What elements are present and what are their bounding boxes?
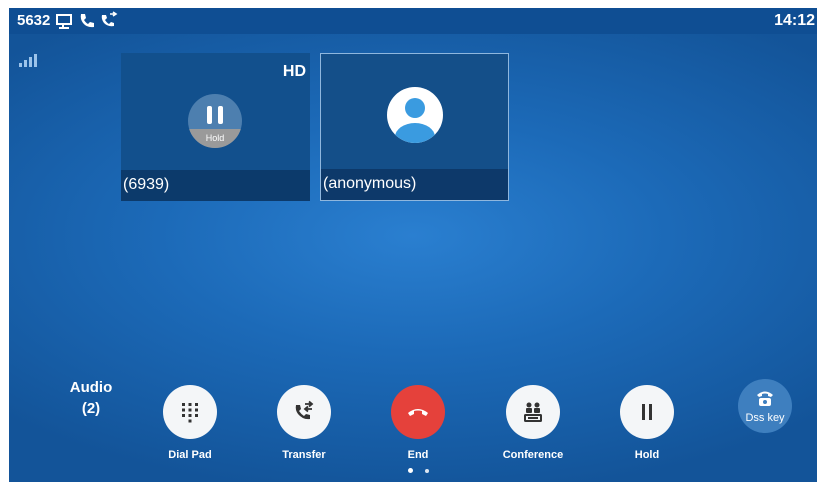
network-icon <box>56 14 72 29</box>
dss-key-button[interactable]: Dss key <box>738 379 792 433</box>
page-dot <box>425 469 429 473</box>
caller-name: (anonymous) <box>323 175 417 192</box>
conference-icon <box>524 402 542 422</box>
phone-icon <box>80 14 94 28</box>
audio-channel-label: Audio (2) <box>61 377 121 419</box>
name-bar: (anonymous) <box>321 169 508 200</box>
conference-label: Conference <box>502 449 564 461</box>
page-dot-active <box>408 468 413 473</box>
end-call-button[interactable] <box>391 385 445 439</box>
dss-key-icon <box>757 391 773 406</box>
signal-icon <box>19 54 37 67</box>
name-bar: (6939) <box>121 170 310 201</box>
audio-label: Audio <box>69 379 113 396</box>
hold-label-button: Hold <box>634 449 660 461</box>
pause-icon <box>642 404 652 420</box>
dial-pad-button[interactable] <box>163 385 217 439</box>
call-screen: 5632 14:12 HD Hold (6939) (anonymous) Au… <box>9 8 817 482</box>
audio-count: (2) <box>81 400 101 417</box>
end-label: End <box>407 449 429 461</box>
dialpad-icon <box>182 403 198 423</box>
transfer-icon <box>295 400 314 420</box>
contact-avatar-icon <box>387 87 443 143</box>
call-tile-active[interactable]: (anonymous) <box>320 53 509 201</box>
hd-badge: HD <box>282 63 306 80</box>
dial-pad-label: Dial Pad <box>168 449 212 461</box>
call-forward-icon <box>101 11 118 27</box>
conference-button[interactable] <box>506 385 560 439</box>
hold-button[interactable] <box>620 385 674 439</box>
clock: 14:12 <box>774 12 815 29</box>
transfer-button[interactable] <box>277 385 331 439</box>
hold-label: Hold <box>205 133 225 143</box>
status-bar: 5632 14:12 <box>9 8 817 34</box>
call-tile-held[interactable]: HD Hold (6939) <box>121 53 310 201</box>
extension-number: 5632 <box>17 12 51 29</box>
dss-key-label: Dss key <box>745 412 785 424</box>
end-call-icon <box>408 409 428 416</box>
transfer-label: Transfer <box>282 449 326 461</box>
caller-name: (6939) <box>123 176 170 193</box>
